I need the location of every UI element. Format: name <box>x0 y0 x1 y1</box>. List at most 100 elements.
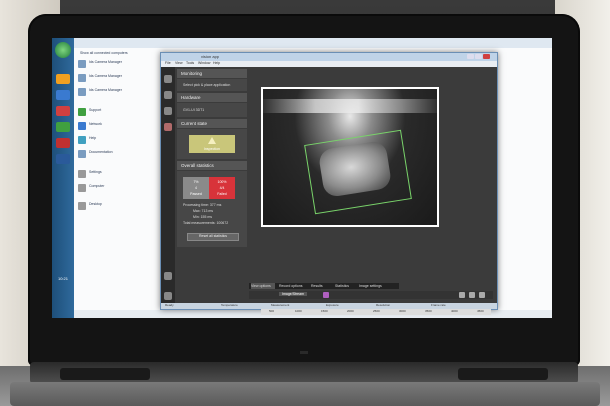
laptop-base <box>10 382 600 406</box>
color-icon[interactable] <box>323 292 329 298</box>
pdf-icon[interactable] <box>56 138 70 148</box>
camera-icon[interactable] <box>164 91 172 99</box>
total-measurements: Total measurements: 100672 <box>183 221 229 225</box>
laptop-screen: 10:21 Show all connected computers Ids C… <box>52 38 552 318</box>
app-icon[interactable] <box>56 122 70 132</box>
application-box[interactable]: Select pick & place application <box>177 79 247 91</box>
current-state-title: Current state <box>181 121 208 126</box>
tab-image-settings[interactable]: Image settings <box>359 283 395 289</box>
zoom-in-icon[interactable] <box>459 292 465 298</box>
browser-icon[interactable] <box>56 90 70 100</box>
app-statusbar: Ready Temperature Measurement Exposure R… <box>161 303 497 309</box>
processing-time: Processing time: 377 ms <box>183 203 222 207</box>
list-item[interactable]: Help <box>78 134 168 148</box>
document-icon[interactable] <box>164 107 172 115</box>
hardware-title: Hardware <box>181 95 201 100</box>
taskbar-clock[interactable]: 10:21 <box>53 276 73 281</box>
minimize-button[interactable] <box>467 54 474 59</box>
close-button[interactable] <box>483 54 490 59</box>
list-item[interactable]: Network <box>78 120 168 134</box>
list-item[interactable]: Documentation <box>78 148 168 162</box>
list-item-label: Network <box>89 122 102 126</box>
zoom-out-icon[interactable] <box>469 292 475 298</box>
list-item-label: Documentation <box>89 150 113 154</box>
ruler-tick: 1500 <box>321 309 328 313</box>
gear-icon[interactable] <box>164 272 172 280</box>
list-item[interactable]: Computer <box>78 182 168 196</box>
monitor-icon[interactable] <box>164 75 172 83</box>
left-panel: Monitoring Select pick & place applicati… <box>177 69 247 269</box>
fail-label: Failed <box>217 192 227 196</box>
list-item[interactable]: Desktop <box>78 200 168 214</box>
statistics-box: 7% 4 Passed 100% 4/4 Failed Processing t… <box>177 171 247 247</box>
maximize-button[interactable] <box>475 54 482 59</box>
menu-file[interactable]: File <box>165 61 171 65</box>
list-item-label: Computer <box>89 184 105 188</box>
list-item[interactable]: Support <box>78 106 168 120</box>
desktop-icon <box>78 202 86 210</box>
record-icon[interactable] <box>164 123 172 131</box>
tab-results[interactable]: Results <box>311 283 331 289</box>
list-item[interactable]: Ids Camera Manager <box>78 86 168 100</box>
reset-statistics-button[interactable]: Reset all statistics <box>187 233 239 241</box>
start-button[interactable] <box>55 42 71 58</box>
network-icon <box>78 122 86 130</box>
state-indicator: Inspection <box>189 135 235 153</box>
document-icon <box>78 150 86 158</box>
tab-record-options[interactable]: Record options <box>279 283 309 289</box>
current-state-header: Current state <box>177 119 247 128</box>
region-of-interest[interactable] <box>304 129 412 215</box>
explorer-toolbar <box>74 38 552 48</box>
reset-label: Reset all statistics <box>198 234 227 238</box>
fail-percent: 100% <box>217 180 227 184</box>
media-icon[interactable] <box>56 106 70 116</box>
min-time: Min: 155 ms <box>193 215 213 219</box>
fit-icon[interactable] <box>479 292 485 298</box>
ruler-tick: 3500 <box>425 309 432 313</box>
warning-icon <box>208 137 216 144</box>
overall-statistics-title: Overall statistics <box>181 163 214 168</box>
list-item[interactable]: Ids Camera Manager <box>78 72 168 86</box>
explorer-icon[interactable] <box>56 74 70 84</box>
app-titlebar[interactable]: vision app <box>161 53 497 61</box>
camera-icon <box>78 88 86 96</box>
app-menubar: File View Tools Window Help <box>161 61 497 67</box>
hardware-item: GV1-UI 3DT1 <box>183 108 205 112</box>
menu-view[interactable]: View <box>175 61 183 65</box>
application-name: Select pick & place application <box>183 83 231 87</box>
app-sidebar <box>161 67 175 309</box>
ruler-tick: 1000 <box>295 309 302 313</box>
camera-image <box>263 89 437 225</box>
hardware-box[interactable]: GV1-UI 3DT1 <box>177 103 247 117</box>
mode-select[interactable]: Image/Stream <box>279 292 307 296</box>
status-exposure: Exposure <box>326 303 339 307</box>
state-value: Inspection <box>204 147 220 151</box>
tab-view-options[interactable]: View options <box>251 283 275 289</box>
hinge-left <box>60 368 150 380</box>
tools-row: Image/Stream <box>249 291 493 299</box>
ruler-tick: 2000 <box>347 309 354 313</box>
pass-count: 4 <box>195 186 197 190</box>
hinge-right <box>458 368 548 380</box>
bottom-tabbar: View options Record options Results Stat… <box>249 283 399 289</box>
pass-percent: 7% <box>193 180 199 184</box>
ruler-tick: 2500 <box>373 309 380 313</box>
status-framerate: Frame rate <box>431 303 446 307</box>
camera-icon <box>78 74 86 82</box>
menu-window[interactable]: Window <box>198 61 210 65</box>
list-item[interactable]: Settings <box>78 168 168 182</box>
max-time: Max: 713 ms <box>193 209 214 213</box>
vision-app-window: vision app File View Tools Window Help M… <box>160 52 498 315</box>
menu-tools[interactable]: Tools <box>186 61 194 65</box>
camera-view[interactable] <box>261 87 439 227</box>
monitoring-title: Monitoring <box>181 71 203 76</box>
timeline-ruler[interactable]: 500 1000 1500 2000 2500 3000 3500 4000 4… <box>261 309 491 315</box>
tools-icon[interactable] <box>164 292 172 300</box>
camera-icon <box>78 60 86 68</box>
help-icon <box>78 136 86 144</box>
word-icon[interactable] <box>56 154 70 164</box>
menu-help[interactable]: Help <box>213 61 220 65</box>
current-state-box: Inspection <box>177 129 247 159</box>
tab-statistics[interactable]: Statistics <box>335 283 357 289</box>
list-item[interactable]: Ids Camera Manager <box>78 58 168 72</box>
